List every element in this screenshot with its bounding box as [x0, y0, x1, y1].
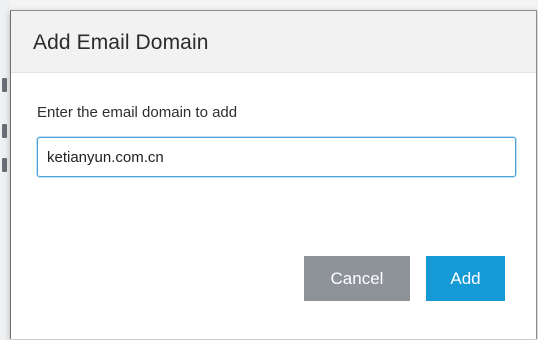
background-fragment	[2, 124, 7, 138]
domain-field-label: Enter the email domain to add	[37, 104, 238, 121]
add-button[interactable]: Add	[426, 256, 505, 301]
dialog-title: Add Email Domain	[33, 30, 209, 54]
add-email-domain-dialog: Add Email Domain Enter the email domain …	[10, 10, 537, 339]
background-fragment	[2, 78, 7, 92]
dialog-header: Add Email Domain	[11, 11, 536, 73]
page: Add Email Domain Enter the email domain …	[0, 0, 538, 340]
email-domain-input[interactable]	[37, 137, 516, 177]
cancel-button[interactable]: Cancel	[304, 256, 410, 301]
background-fragment	[2, 158, 7, 172]
